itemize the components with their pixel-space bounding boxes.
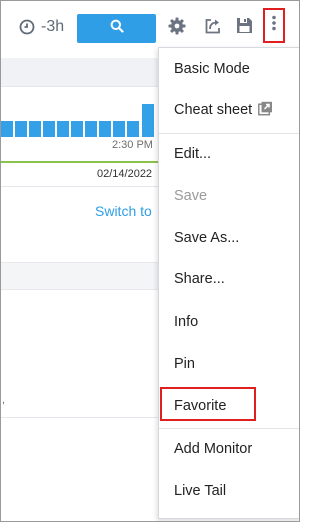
menu-item-pin[interactable]: Pin bbox=[174, 352, 195, 376]
share-button[interactable] bbox=[201, 15, 225, 41]
histogram-bar bbox=[1, 121, 13, 137]
menu-item-live-tail[interactable]: Live Tail bbox=[174, 479, 226, 503]
histogram-bar bbox=[15, 121, 27, 137]
truncated-text: , bbox=[2, 395, 5, 406]
save-icon bbox=[236, 17, 253, 39]
search-button[interactable] bbox=[77, 14, 156, 43]
external-link-icon bbox=[258, 100, 273, 124]
histogram-bar bbox=[142, 104, 154, 137]
axis-date-label: 02/14/2022 bbox=[97, 168, 153, 180]
app-frame: -3h 2:30 PM 02/14/2022 Switch to , Basic… bbox=[0, 0, 300, 522]
axis-time-label: 2:30 PM bbox=[112, 139, 153, 151]
menu-item-basic-mode[interactable]: Basic Mode bbox=[174, 57, 250, 81]
histogram-bar bbox=[85, 121, 97, 137]
menu-item-info[interactable]: Info bbox=[174, 310, 198, 334]
results-header-band bbox=[1, 262, 161, 290]
menu-item-share[interactable]: Share... bbox=[174, 267, 225, 291]
histogram-bar bbox=[43, 121, 55, 137]
menu-item-cheat-sheet-label: Cheat sheet bbox=[174, 102, 253, 118]
histogram-bar bbox=[99, 121, 111, 137]
histogram-bar bbox=[29, 121, 41, 137]
divider bbox=[1, 417, 161, 418]
menu-divider bbox=[159, 428, 299, 429]
gear-icon bbox=[168, 17, 186, 40]
more-options-menu: Basic Mode Cheat sheet Edit... Save Save… bbox=[158, 47, 299, 519]
menu-item-save: Save bbox=[174, 188, 208, 204]
more-options-button[interactable] bbox=[263, 8, 285, 43]
histogram-bar bbox=[57, 121, 69, 137]
save-button[interactable] bbox=[232, 15, 256, 41]
axis-line bbox=[1, 161, 161, 163]
search-icon bbox=[110, 19, 124, 38]
switch-link[interactable]: Switch to bbox=[95, 203, 152, 219]
menu-item-add-monitor[interactable]: Add Monitor bbox=[174, 437, 252, 461]
share-icon bbox=[204, 17, 222, 40]
menu-divider bbox=[159, 133, 299, 134]
settings-button[interactable] bbox=[165, 15, 189, 41]
more-vertical-icon bbox=[272, 15, 276, 36]
header-band bbox=[1, 58, 161, 87]
histogram-bar bbox=[71, 121, 83, 137]
time-range-label: -3h bbox=[41, 18, 65, 35]
menu-item-edit[interactable]: Edit... bbox=[174, 142, 211, 166]
time-range-picker[interactable]: -3h bbox=[19, 18, 64, 36]
histogram-bar bbox=[127, 121, 139, 137]
menu-item-cheat-sheet[interactable]: Cheat sheet bbox=[174, 98, 273, 122]
divider bbox=[1, 186, 161, 187]
menu-item-favorite[interactable]: Favorite bbox=[174, 394, 226, 418]
clock-icon bbox=[19, 19, 35, 35]
histogram bbox=[1, 104, 161, 137]
menu-item-save-as[interactable]: Save As... bbox=[174, 226, 239, 250]
histogram-bar bbox=[113, 121, 125, 137]
